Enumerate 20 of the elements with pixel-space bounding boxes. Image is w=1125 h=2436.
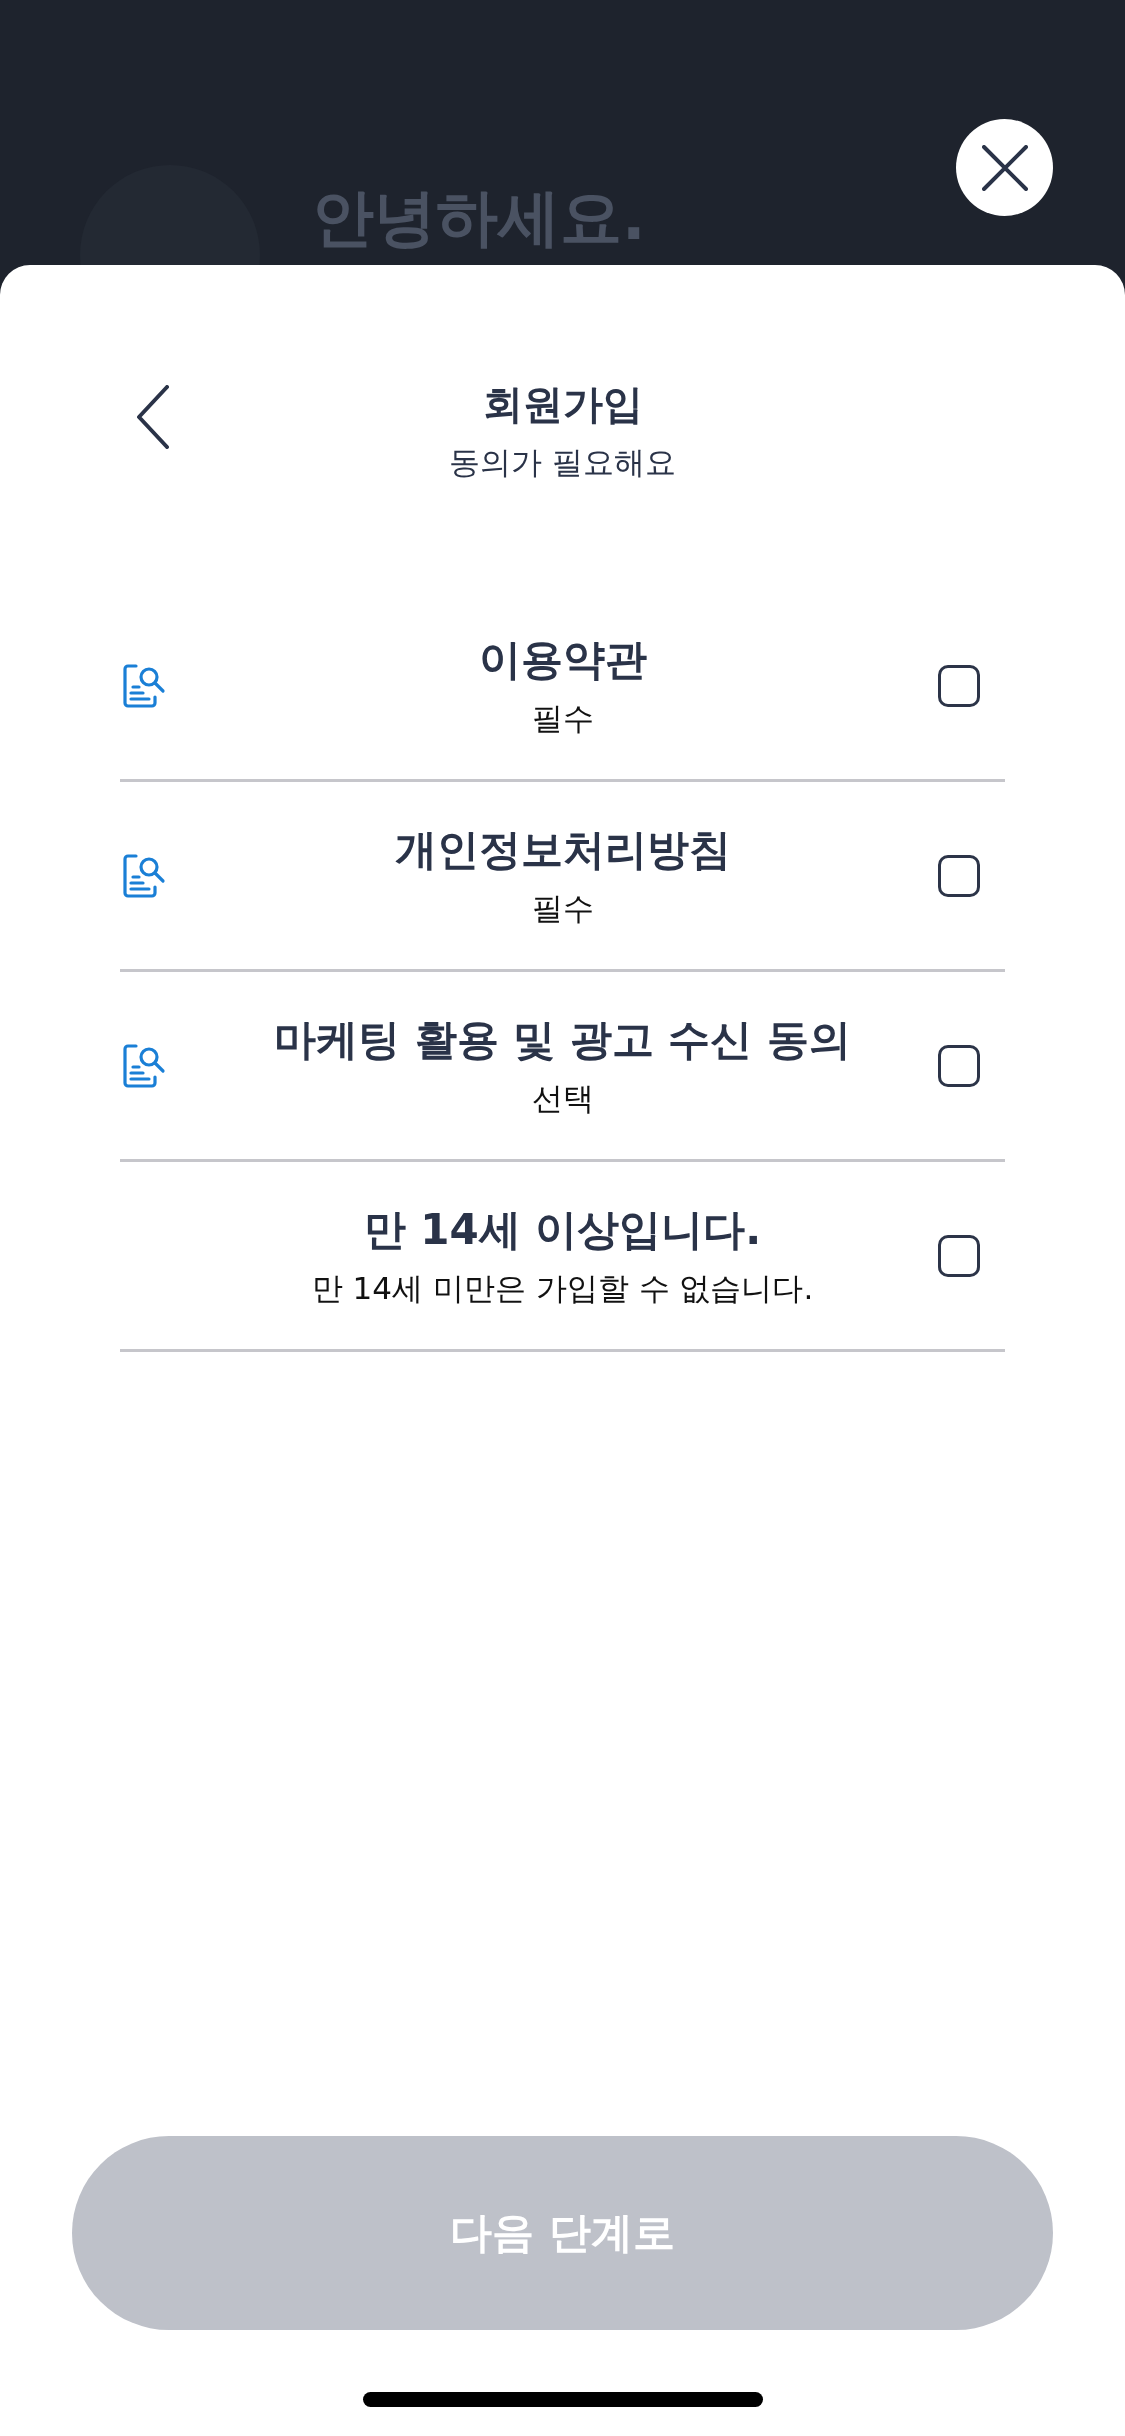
document-search-icon[interactable] (122, 662, 166, 709)
document-search-icon[interactable] (122, 852, 166, 899)
agreement-note: 만 14세 미만은 가입할 수 없습니다. (311, 1268, 814, 1308)
agreement-title: 마케팅 활용 및 광고 수신 동의 (273, 1013, 852, 1066)
agreement-note: 필수 (531, 698, 594, 738)
sheet-subtitle: 동의가 필요해요 (449, 443, 676, 482)
agreement-note: 필수 (531, 888, 594, 928)
agreement-note: 선택 (531, 1078, 594, 1118)
back-button[interactable] (135, 385, 171, 452)
sheet-title: 회원가입 (482, 380, 643, 429)
agreement-checkbox[interactable] (938, 1234, 980, 1277)
agreement-title: 이용약관 (478, 633, 647, 686)
agreement-checkbox[interactable] (938, 664, 980, 707)
agreement-title: 개인정보처리방침 (394, 823, 731, 876)
agreement-checkbox[interactable] (938, 1044, 980, 1087)
document-search-icon[interactable] (122, 1042, 166, 1089)
close-icon (981, 144, 1028, 191)
agreement-title: 만 14세 이상입니다. (363, 1203, 762, 1256)
agreement-checkbox[interactable] (938, 854, 980, 897)
back-icon (135, 385, 171, 449)
